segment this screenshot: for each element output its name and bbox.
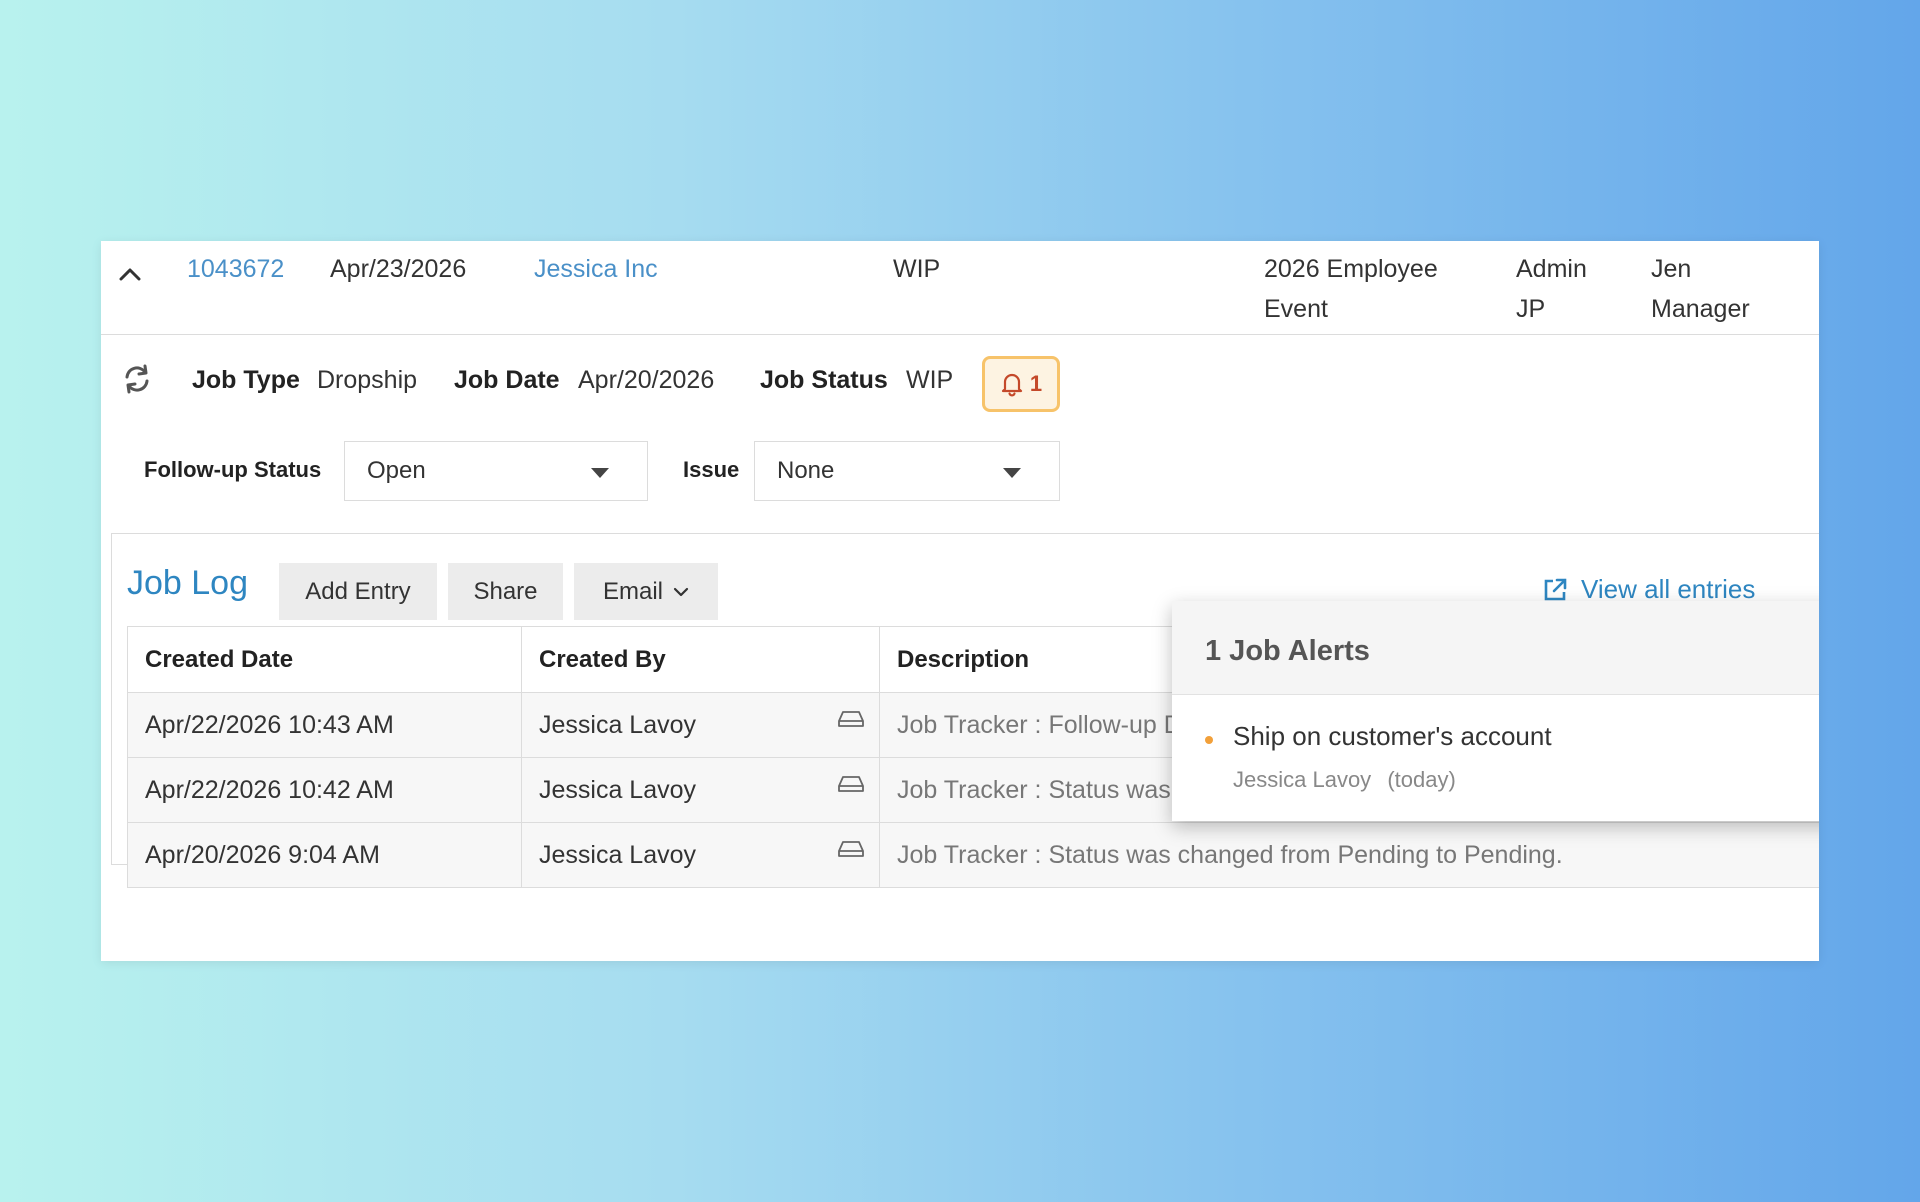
email-button[interactable]: Email: [574, 563, 718, 620]
chevron-down-icon: [1003, 468, 1021, 478]
hard-drive-icon[interactable]: [837, 709, 865, 729]
summary-manager: Jen Manager: [1651, 249, 1750, 329]
hard-drive-icon[interactable]: [837, 774, 865, 794]
summary-manager-line2: Manager: [1651, 295, 1750, 323]
refresh-icon[interactable]: [120, 362, 154, 396]
followup-status-label: Follow-up Status: [144, 457, 322, 482]
alert-item-time: (today): [1387, 767, 1456, 792]
summary-date: Apr/23/2026: [330, 255, 467, 283]
job-log-title: Job Log: [127, 564, 248, 602]
table-row[interactable]: Apr/20/2026 9:04 AM Jessica Lavoy Job Tr…: [127, 822, 1819, 888]
job-date-value: Apr/20/2026: [578, 366, 715, 394]
chevron-up-icon[interactable]: [115, 259, 145, 289]
job-summary-row[interactable]: 1043672 Apr/23/2026 Jessica Inc WIP 2026…: [101, 241, 1819, 335]
row-created-date: Apr/22/2026 10:43 AM: [127, 692, 522, 758]
email-button-label: Email: [602, 577, 663, 605]
column-header-created-by[interactable]: Created By: [521, 626, 880, 693]
issue-value: None: [777, 457, 835, 484]
job-type-label: Job Type: [192, 366, 300, 394]
row-created-by-name: Jessica Lavoy: [539, 840, 697, 869]
row-created-by: Jessica Lavoy: [521, 757, 880, 823]
job-alerts-popover: 1 Job Alerts Ship on customer's account …: [1172, 601, 1819, 821]
bell-icon: [1001, 373, 1022, 397]
followup-status-value: Open: [367, 457, 426, 484]
row-created-by-name: Jessica Lavoy: [539, 710, 697, 739]
row-created-by: Jessica Lavoy: [521, 822, 880, 888]
alert-count: 1: [1029, 371, 1043, 396]
job-alerts-title: 1 Job Alerts: [1172, 601, 1819, 695]
add-entry-button[interactable]: Add Entry: [279, 563, 437, 620]
column-header-created-date[interactable]: Created Date: [127, 626, 522, 693]
row-created-by: Jessica Lavoy: [521, 692, 880, 758]
row-created-date: Apr/22/2026 10:42 AM: [127, 757, 522, 823]
followup-status-select[interactable]: Open: [344, 441, 648, 501]
summary-status: WIP: [893, 255, 941, 283]
job-alerts-button[interactable]: 1: [982, 356, 1060, 412]
job-panel: 1043672 Apr/23/2026 Jessica Inc WIP 2026…: [101, 241, 1819, 961]
issue-select[interactable]: None: [754, 441, 1060, 501]
alert-item-meta: Jessica Lavoy (today): [1233, 767, 1456, 793]
row-description: Job Tracker : Status was changed from Pe…: [879, 822, 1819, 888]
job-type-value: Dropship: [317, 366, 418, 394]
job-info-row: Job Type Dropship Job Date Apr/20/2026 J…: [101, 356, 1819, 412]
hard-drive-icon[interactable]: [837, 839, 865, 859]
chevron-down-icon: [591, 468, 609, 478]
issue-label: Issue: [683, 457, 740, 482]
summary-event-line1: 2026 Employee: [1264, 255, 1438, 283]
chevron-down-icon: [673, 587, 689, 596]
customer-link[interactable]: Jessica Inc: [534, 249, 658, 289]
row-created-by-name: Jessica Lavoy: [539, 775, 697, 804]
summary-assignee-line2: JP: [1516, 295, 1546, 323]
summary-assignee: Admin JP: [1516, 249, 1587, 329]
job-status-label: Job Status: [760, 366, 888, 394]
job-number-link[interactable]: 1043672: [187, 249, 284, 289]
summary-event-line2: Event: [1264, 295, 1328, 323]
alert-item-text[interactable]: Ship on customer's account: [1233, 721, 1552, 752]
row-created-date: Apr/20/2026 9:04 AM: [127, 822, 522, 888]
summary-assignee-line1: Admin: [1516, 255, 1587, 283]
alert-item-author: Jessica Lavoy: [1233, 767, 1372, 792]
job-status-value: WIP: [906, 366, 954, 394]
share-button[interactable]: Share: [448, 563, 563, 620]
job-date-label: Job Date: [454, 366, 560, 394]
alert-bullet: [1205, 736, 1213, 744]
summary-event: 2026 Employee Event: [1264, 249, 1438, 329]
summary-manager-line1: Jen: [1651, 255, 1692, 283]
external-link-icon: [1544, 578, 1567, 600]
